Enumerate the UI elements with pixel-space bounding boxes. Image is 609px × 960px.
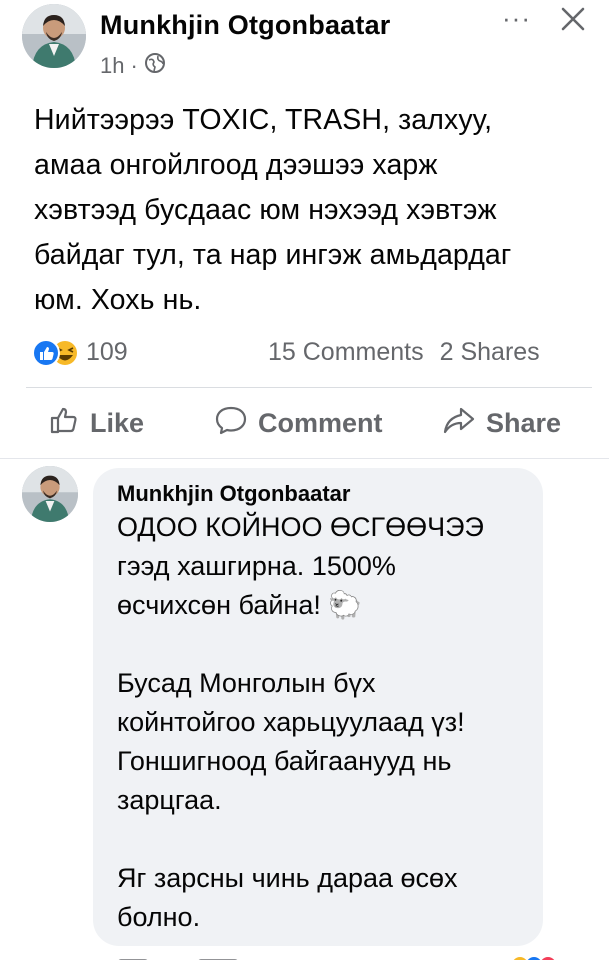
comment-author-name[interactable]: Munkhjin Otgonbaatar [117,481,350,507]
close-icon[interactable] [556,2,590,36]
meta-separator: · [130,53,138,78]
comment-icon [214,404,248,443]
like-button[interactable]: Like [48,404,144,443]
post-author-avatar[interactable] [22,4,86,68]
like-label: Like [90,408,145,438]
share-label: Share [486,408,562,438]
globe-icon [144,52,166,80]
share-icon [442,404,476,443]
divider [26,387,592,388]
post-author-name[interactable]: Munkhjin Otgonbaatar [100,10,391,41]
thumbs-up-icon [48,404,80,443]
post-body: Нийтээрээ TOXIC, TRASH, залхуу, амаа онг… [34,104,512,316]
post-stats: 15 Comments 2 Shares [268,338,540,367]
comment-reaction-strip [110,948,580,960]
shares-count-link[interactable]: 2 Shares [440,338,540,367]
comments-count-link[interactable]: 15 Comments [268,338,424,367]
more-icon[interactable]: ··· [502,3,531,34]
post-meta: 1h · [100,52,166,80]
post-time[interactable]: 1h [100,53,124,79]
reactions-summary[interactable]: 109 [32,338,128,367]
comment-author-avatar[interactable] [22,466,78,522]
share-button[interactable]: Share [442,404,561,443]
comment-body: ОДОО КОЙНОО ӨСГӨӨЧЭЭ гээд хашгирна. 1500… [117,512,484,932]
divider [0,458,609,459]
action-bar: Like Comment Share [0,404,609,444]
comment-button[interactable]: Comment [214,404,383,443]
reaction-count: 109 [86,338,128,366]
comment-label: Comment [258,408,383,438]
like-reaction-icon [32,338,80,367]
